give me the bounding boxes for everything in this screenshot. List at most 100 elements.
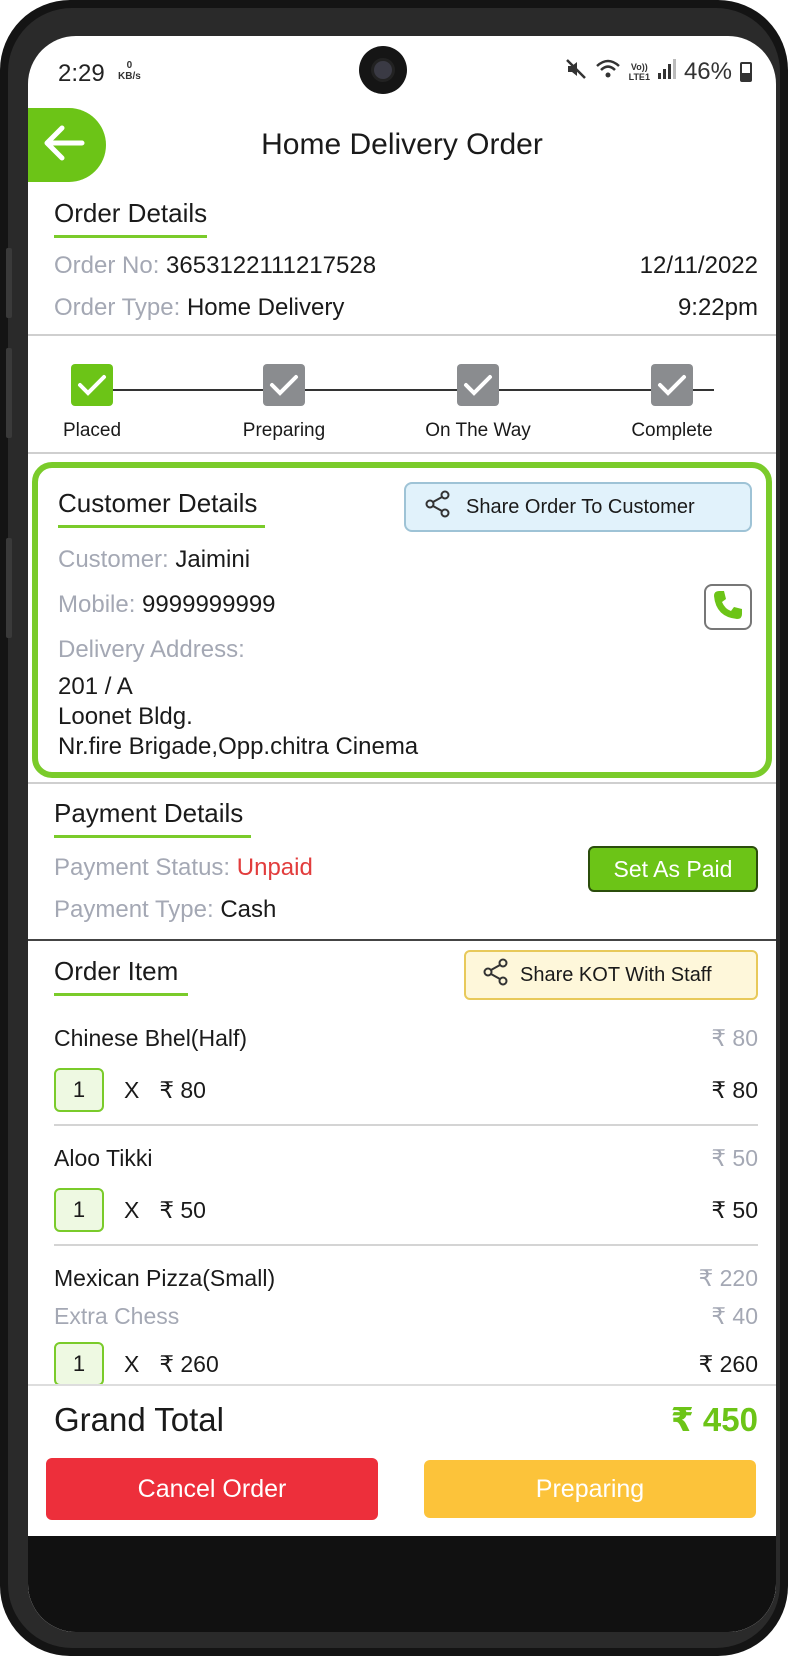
network-speed: 0 KB/s [118, 60, 141, 82]
customer-details-title: Customer Details [58, 488, 266, 528]
volume-button [6, 348, 12, 438]
item-extra-name: Extra Chess [54, 1302, 180, 1329]
network-speed-value: 0 [126, 60, 133, 71]
share-kot-with-staff-button[interactable]: Share KOT With Staff [464, 950, 758, 1000]
quantity-box[interactable]: 1 [54, 1342, 104, 1386]
unit-price: ₹ 80 [159, 1076, 206, 1103]
delivery-address-label: Delivery Address: [58, 636, 245, 663]
payment-status-row: Payment Status: Unpaid [54, 854, 313, 882]
unit-price: ₹ 260 [159, 1350, 219, 1377]
wifi-icon [595, 58, 621, 86]
address-line: Nr.fire Brigade,Opp.chitra Cinema [58, 733, 419, 760]
item-name: Chinese Bhel(Half) [54, 1024, 248, 1051]
item-extra-row: Extra Chess ₹ 40 [54, 1298, 758, 1334]
check-icon [457, 364, 499, 406]
payment-type-value: Cash [220, 896, 277, 923]
progress-label: Complete [631, 420, 713, 441]
payment-type-row: Payment Type: Cash [54, 896, 276, 924]
item-qty-row: 1 X ₹ 80 ₹ 80 [54, 1068, 758, 1112]
order-item-title: Order Item [54, 956, 189, 996]
signal-icon [657, 59, 676, 85]
check-icon [71, 364, 113, 406]
order-type-row: Order Type: Home Delivery 9:22pm [54, 294, 758, 322]
network-volte: Vo)) [630, 62, 648, 72]
item-qty-row: 1 X ₹ 260 ₹ 260 [54, 1342, 758, 1386]
progress-step-placed: Placed [32, 364, 152, 442]
divider [28, 334, 776, 336]
item-total: ₹ 260 [698, 1350, 758, 1377]
item-name-row: Chinese Bhel(Half) ₹ 80 [54, 1018, 758, 1058]
order-time: 9:22pm [677, 294, 758, 321]
order-type-label: Order Type: [54, 294, 181, 321]
battery-level: 46% [683, 58, 732, 85]
order-item: Mexican Pizza(Small) ₹ 220 Extra Chess ₹… [54, 1246, 758, 1386]
progress-label: Preparing [242, 420, 326, 441]
item-qty-row: 1 X ₹ 50 ₹ 50 [54, 1188, 758, 1232]
share-order-to-customer-button[interactable]: Share Order To Customer [404, 482, 752, 532]
customer-name-row: Customer: Jaimini [58, 546, 250, 574]
page-title: Home Delivery Order [261, 128, 543, 161]
order-details-section: Order Details Order No: 3653122111217528… [54, 198, 758, 322]
divider [28, 452, 776, 454]
divider [28, 782, 776, 784]
item-total: ₹ 50 [711, 1196, 758, 1223]
item-price: ₹ 80 [711, 1024, 758, 1051]
phone-bezel: 2:29 0 KB/s Vo)) LTE1 46% Home Delivery … [6, 8, 780, 1648]
bixby-button [6, 538, 12, 638]
call-button[interactable] [704, 584, 752, 630]
item-name-row: Mexican Pizza(Small) ₹ 220 [54, 1258, 758, 1298]
times-sign: X [124, 1076, 140, 1103]
item-name: Aloo Tikki [54, 1144, 153, 1171]
order-details-title: Order Details [54, 198, 208, 238]
app-screen: 2:29 0 KB/s Vo)) LTE1 46% Home Delivery … [28, 36, 776, 1632]
payment-status-label: Payment Status: [54, 854, 231, 881]
item-price: ₹ 220 [698, 1264, 758, 1291]
item-name: Mexican Pizza(Small) [54, 1264, 276, 1291]
app-header: Home Delivery Order [28, 108, 776, 192]
payment-status-value: Unpaid [236, 854, 313, 881]
status-time: 2:29 [58, 60, 105, 87]
network-speed-unit: KB/s [118, 71, 141, 82]
check-icon [651, 364, 693, 406]
order-no-value: 3653122111217528 [166, 252, 377, 279]
share-icon [424, 490, 452, 524]
quantity-box[interactable]: 1 [54, 1188, 104, 1232]
payment-type-label: Payment Type: [54, 896, 214, 923]
order-footer: Grand Total ₹ 450 Cancel Order Preparing [28, 1384, 776, 1632]
payment-details-section: Payment Details Payment Status: Unpaid P… [54, 798, 758, 938]
progress-label: On The Way [425, 420, 531, 441]
item-extra-price: ₹ 40 [711, 1302, 758, 1329]
status-icons: Vo)) LTE1 46% [565, 58, 752, 86]
quantity-box[interactable]: 1 [54, 1068, 104, 1112]
order-progress: Placed Preparing On The Way Complete [52, 364, 760, 444]
progress-label: Placed [62, 420, 122, 441]
grand-total-value: ₹ 450 [670, 1401, 758, 1438]
mobile-label: Mobile: [58, 591, 136, 618]
phone-frame: 2:29 0 KB/s Vo)) LTE1 46% Home Delivery … [0, 0, 788, 1656]
progress-step-complete: Complete [612, 364, 732, 442]
order-no-label: Order No: [54, 252, 160, 279]
front-camera [359, 46, 407, 94]
unit-price: ₹ 50 [159, 1196, 206, 1223]
preparing-button[interactable]: Preparing [424, 1460, 756, 1518]
grand-total-row: Grand Total ₹ 450 [54, 1400, 758, 1439]
qty-line: 1 X ₹ 80 [54, 1068, 206, 1112]
address-line: Loonet Bldg. [58, 703, 193, 730]
check-icon [263, 364, 305, 406]
network-lte: LTE1 [628, 72, 650, 82]
times-sign: X [124, 1196, 140, 1223]
payment-details-title: Payment Details [54, 798, 252, 838]
network-type: Vo)) LTE1 [629, 62, 650, 82]
order-no-row: Order No: 3653122111217528 12/11/2022 [54, 252, 758, 280]
volume-button [6, 248, 12, 318]
cancel-order-button[interactable]: Cancel Order [46, 1458, 378, 1520]
share-order-to-customer-label: Share Order To Customer [466, 495, 695, 518]
progress-step-on-the-way: On The Way [418, 364, 538, 442]
order-item: Chinese Bhel(Half) ₹ 80 1 X ₹ 80 ₹ 80 [54, 1018, 758, 1126]
customer-details-card: Customer Details Share Order To Customer… [32, 462, 772, 778]
battery-icon [740, 62, 752, 82]
times-sign: X [124, 1350, 140, 1377]
phone-icon [711, 588, 745, 627]
divider [28, 939, 776, 941]
set-as-paid-button[interactable]: Set As Paid [588, 846, 758, 892]
